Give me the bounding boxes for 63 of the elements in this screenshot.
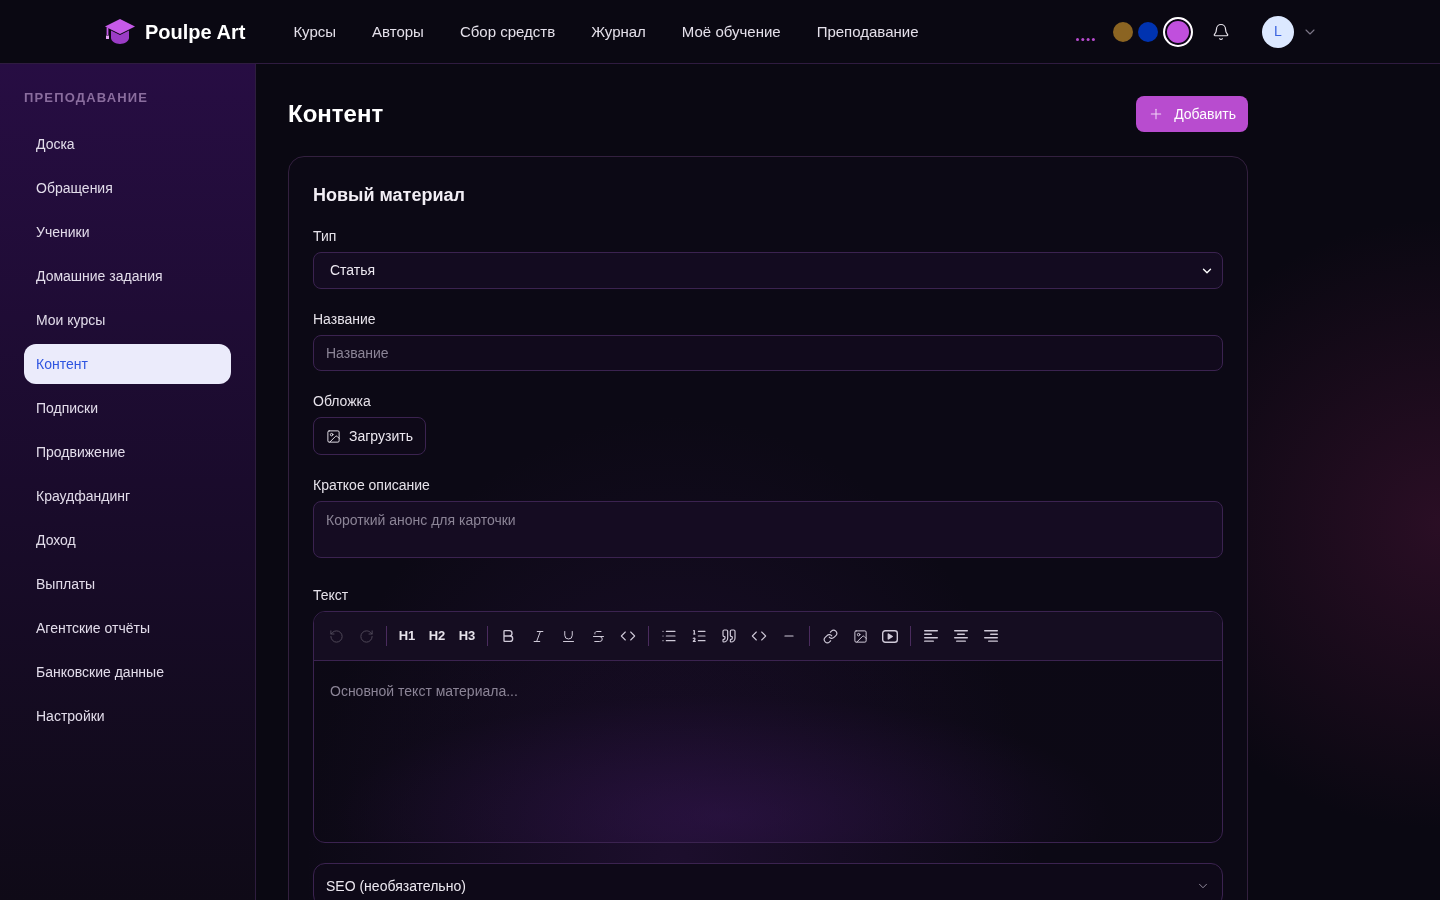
sidebar-item[interactable]: Продвижение bbox=[24, 432, 231, 472]
image-icon bbox=[852, 628, 868, 644]
nav-link[interactable]: Моё обучение bbox=[681, 21, 781, 42]
sidebar-item[interactable]: Доход bbox=[24, 520, 231, 560]
heading-button[interactable]: H2 bbox=[423, 622, 451, 650]
sidebar-item[interactable]: Контент bbox=[24, 344, 231, 384]
dots-icon bbox=[1076, 38, 1095, 41]
numbered-list-icon bbox=[691, 628, 707, 644]
seo-accordion[interactable]: SEO (необязательно) bbox=[313, 863, 1223, 900]
sidebar-item[interactable]: Краудфандинг bbox=[24, 476, 231, 516]
bold-icon bbox=[500, 628, 516, 644]
sidebar-item[interactable]: Мои курсы bbox=[24, 300, 231, 340]
nav-link[interactable]: Курсы bbox=[293, 21, 337, 42]
redo-icon bbox=[358, 628, 374, 644]
graduation-cap-icon bbox=[105, 18, 135, 45]
type-select[interactable]: Статья bbox=[313, 252, 1223, 289]
nav-link[interactable]: Сбор средств bbox=[459, 21, 556, 42]
underline-icon bbox=[560, 628, 576, 644]
undo-icon bbox=[328, 628, 344, 644]
heading-button[interactable]: H1 bbox=[393, 622, 421, 650]
color-swatch[interactable] bbox=[1163, 16, 1193, 47]
color-swatch[interactable] bbox=[1113, 21, 1133, 42]
color-swatch[interactable] bbox=[1138, 21, 1158, 42]
code-icon bbox=[751, 628, 767, 644]
nav-link[interactable]: Авторы bbox=[372, 21, 424, 42]
field-label: Краткое описание bbox=[313, 476, 431, 495]
align-right-icon bbox=[984, 630, 998, 642]
sidebar-item[interactable]: Выплаты bbox=[24, 564, 231, 604]
video-icon bbox=[882, 629, 898, 643]
quote-icon bbox=[721, 628, 737, 644]
avatar[interactable]: L bbox=[1262, 15, 1294, 48]
strikethrough-icon bbox=[590, 628, 606, 644]
sidebar-item[interactable]: Настройки bbox=[24, 696, 231, 736]
field-label: Обложка bbox=[313, 392, 372, 411]
sidebar-item[interactable]: Доска bbox=[24, 124, 231, 164]
heading-button[interactable]: H3 bbox=[453, 622, 481, 650]
nav-link[interactable]: Журнал bbox=[591, 21, 646, 42]
align-center-icon bbox=[954, 630, 968, 642]
home-link[interactable]: Poulpe Art bbox=[105, 17, 246, 46]
card-title: Новый материал bbox=[313, 184, 466, 207]
sidebar-item[interactable]: Ученики bbox=[24, 212, 231, 252]
sidebar-item[interactable]: Обращения bbox=[24, 168, 231, 208]
page-title: Контент bbox=[288, 99, 384, 129]
align-left-icon bbox=[924, 630, 938, 642]
field-label: Тип bbox=[313, 227, 338, 246]
bullet-list-icon bbox=[661, 628, 677, 644]
add-button[interactable]: Добавить bbox=[1136, 96, 1248, 132]
upload-button[interactable]: Загрузить bbox=[313, 417, 426, 455]
sidebar-item[interactable]: Подписки bbox=[24, 388, 231, 428]
italic-icon bbox=[530, 628, 546, 644]
sidebar-heading: ПРЕПОДАВАНИЕ bbox=[24, 90, 150, 106]
sidebar-item[interactable]: Банковские данные bbox=[24, 652, 231, 692]
bell-icon[interactable] bbox=[1212, 22, 1230, 41]
sidebar-item[interactable]: Домашние задания bbox=[24, 256, 231, 296]
code-icon bbox=[620, 628, 636, 644]
nav-link[interactable]: Преподавание bbox=[816, 21, 919, 42]
summary-textarea[interactable]: Короткий анонс для карточки bbox=[313, 501, 1223, 558]
title-input[interactable]: Название bbox=[313, 335, 1223, 371]
image-icon bbox=[326, 428, 341, 444]
field-label: Название bbox=[313, 310, 377, 329]
link-icon bbox=[822, 628, 838, 644]
field-label: Текст bbox=[313, 586, 350, 605]
sidebar-item[interactable]: Агентские отчёты bbox=[24, 608, 231, 648]
